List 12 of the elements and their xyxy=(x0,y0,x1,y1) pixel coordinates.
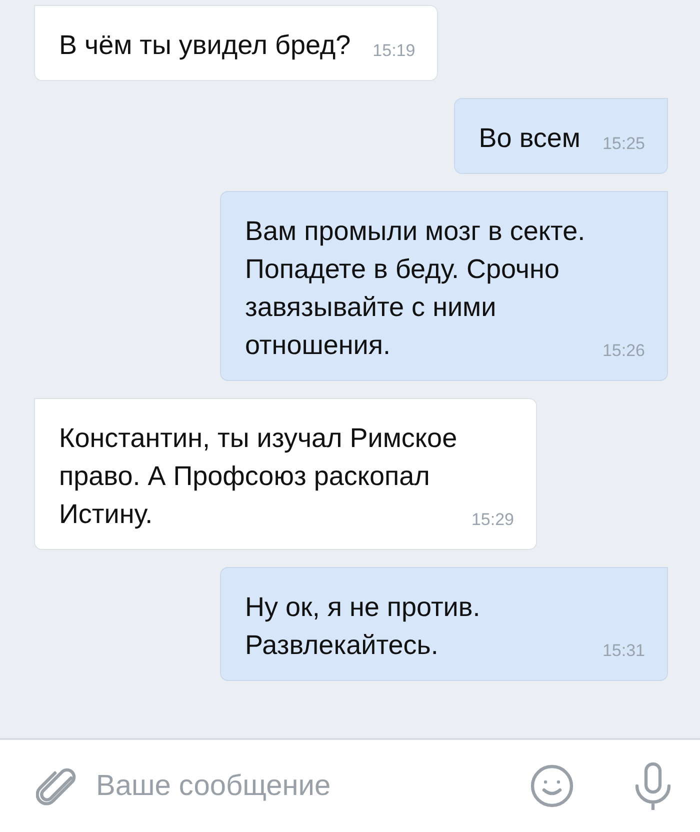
smiley-icon[interactable] xyxy=(530,764,574,808)
message-time: 15:31 xyxy=(602,640,645,662)
message-text: Ну ок, я не против. Развлекайтесь. xyxy=(245,592,480,660)
message-text: В чём ты увидел бред? xyxy=(59,30,351,60)
message-text: Во всем xyxy=(478,123,580,153)
message-text: Константин, ты изучал Римское право. А Профсоюз раскопал Истину. xyxy=(59,423,458,529)
message-time: 15:26 xyxy=(602,340,645,362)
message-time: 15:25 xyxy=(602,133,645,155)
microphone-icon[interactable] xyxy=(634,762,672,810)
message-time: 15:29 xyxy=(471,509,514,531)
message-time: 15:19 xyxy=(372,40,416,62)
message-text: Вам промыли мозг в секте. Попадете в беду. Срочно завязывайте с ними отношения. xyxy=(245,216,586,360)
